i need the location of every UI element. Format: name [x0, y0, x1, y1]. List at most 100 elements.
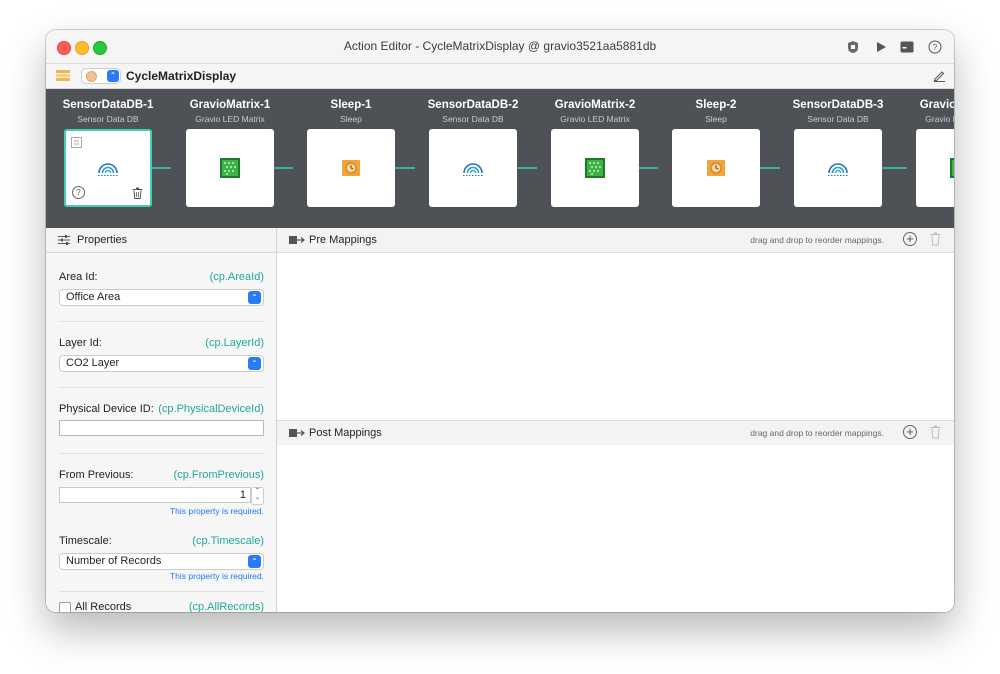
physical-device-input[interactable] [59, 420, 264, 436]
pre-mappings-title: Pre Mappings [309, 234, 377, 246]
post-mappings-header: Post Mappings drag and drop to reorder m… [277, 420, 954, 446]
terminal-icon [900, 41, 914, 53]
pre-mappings-header: Pre Mappings drag and drop to reorder ma… [277, 228, 954, 253]
pre-mappings-hint: drag and drop to reorder mappings. [750, 235, 884, 245]
console-button[interactable] [898, 38, 916, 56]
layer-id-label: Layer Id: [59, 337, 102, 349]
node-card[interactable] [186, 129, 274, 207]
area-id-select[interactable]: Office Area ⌃ [59, 289, 264, 306]
pipeline-node-graviomatrix-3[interactable]: GravioMatrix-3 Gravio LED Matrix [898, 89, 954, 228]
node-name: GravioMatrix-1 [189, 99, 271, 111]
component-pipeline: SensorDataDB-1 Sensor Data DB ? GravioMa… [46, 89, 954, 228]
trash-icon[interactable] [930, 232, 941, 246]
edit-pencil-icon[interactable] [932, 68, 946, 82]
node-card[interactable] [307, 129, 395, 207]
add-pre-mapping-button[interactable]: + [903, 232, 917, 246]
divider [59, 453, 264, 454]
layer-id-key: (cp.LayerId) [205, 337, 264, 349]
add-post-mapping-button[interactable]: + [903, 425, 917, 439]
all-records-checkbox[interactable] [59, 602, 71, 612]
sensor-wave-icon [98, 163, 118, 176]
all-records-key: (cp.AllRecords) [188, 601, 264, 612]
chevron-updown-icon: ⌃ [248, 357, 261, 370]
area-id-property: Area Id: (cp.AreaId) Office Area ⌃ [59, 271, 264, 311]
node-name: SensorDataDB-1 [62, 99, 154, 111]
mapping-arrow-icon [289, 236, 305, 244]
timescale-required: This property is required. [169, 571, 264, 581]
play-icon [877, 42, 886, 52]
pipeline-node-sleep-2[interactable]: Sleep-2 Sleep [654, 89, 778, 228]
pipeline-node-sensordatadb-1[interactable]: SensorDataDB-1 Sensor Data DB ? [46, 89, 170, 228]
area-id-key: (cp.AreaId) [209, 271, 264, 283]
sensor-wave-icon [463, 163, 483, 176]
trash-icon[interactable] [132, 187, 143, 199]
post-mappings-title: Post Mappings [309, 427, 382, 439]
timescale-key: (cp.Timescale) [192, 535, 264, 547]
save-shield-icon [848, 41, 858, 53]
pipeline-node-sensordatadb-2[interactable]: SensorDataDB-2 Sensor Data DB [411, 89, 535, 228]
pre-mappings-list[interactable] [277, 253, 954, 420]
led-matrix-icon [220, 158, 240, 178]
node-type: Gravio LED Matrix [560, 114, 630, 124]
area-id-value: Office Area [66, 291, 121, 303]
properties-title: Properties [77, 234, 128, 246]
node-name: Sleep-1 [330, 99, 372, 111]
timescale-select[interactable]: Number of Records ⌃ [59, 553, 264, 570]
node-card-selected[interactable]: ? [64, 129, 152, 207]
properties-panel: Properties Area Id: (cp.AreaId) Office A… [46, 228, 277, 612]
layer-id-value: CO2 Layer [66, 357, 120, 369]
trash-icon[interactable] [930, 425, 941, 439]
pipeline-node-sensordatadb-3[interactable]: SensorDataDB-3 Sensor Data DB [776, 89, 900, 228]
from-previous-key: (cp.FromPrevious) [173, 469, 264, 481]
svg-text:?: ? [933, 43, 938, 52]
node-type: Gravio LED Matrix [925, 114, 954, 124]
all-records-label: All Records [75, 601, 132, 612]
layer-id-property: Layer Id: (cp.LayerId) CO2 Layer ⌃ [59, 337, 264, 377]
node-name: SensorDataDB-2 [427, 99, 519, 111]
chevron-updown-icon: ⌃ [248, 291, 261, 304]
pipeline-node-graviomatrix-1[interactable]: GravioMatrix-1 Gravio LED Matrix [168, 89, 292, 228]
post-mappings-hint: drag and drop to reorder mappings. [750, 428, 884, 438]
led-matrix-icon [950, 158, 954, 178]
node-type: Gravio LED Matrix [195, 114, 265, 124]
node-type: Sensor Data DB [77, 114, 139, 124]
run-button[interactable] [872, 38, 890, 56]
node-card[interactable] [794, 129, 882, 207]
action-toolbar: ⌃ CycleMatrixDisplay [46, 64, 954, 89]
physical-device-key: (cp.PhysicalDeviceId) [158, 403, 264, 415]
node-card[interactable] [672, 129, 760, 207]
chevron-updown-icon: ⌃ [107, 70, 119, 82]
save-button[interactable] [844, 38, 862, 56]
action-color-selector[interactable]: ⌃ [81, 68, 121, 84]
timescale-value: Number of Records [66, 555, 162, 567]
node-type: Sensor Data DB [442, 114, 504, 124]
help-button[interactable]: ? [926, 38, 944, 56]
node-name: Sleep-2 [695, 99, 737, 111]
led-matrix-icon [585, 158, 605, 178]
sleep-clock-icon [342, 160, 360, 176]
node-card[interactable] [429, 129, 517, 207]
node-card[interactable] [916, 129, 954, 207]
node-name: GravioMatrix-3 [919, 99, 954, 111]
pipeline-node-graviomatrix-2[interactable]: GravioMatrix-2 Gravio LED Matrix [533, 89, 657, 228]
timescale-property: Timescale: (cp.Timescale) Number of Reco… [59, 535, 264, 585]
layer-id-select[interactable]: CO2 Layer ⌃ [59, 355, 264, 372]
question-circle-icon: ? [928, 40, 942, 54]
divider [59, 387, 264, 388]
title-bar: Action Editor - CycleMatrixDisplay @ gra… [46, 30, 954, 64]
action-type-icon [56, 70, 70, 81]
from-previous-input[interactable]: 1 [59, 487, 251, 503]
timescale-label: Timescale: [59, 535, 112, 547]
node-type: Sleep [705, 114, 727, 124]
from-previous-value: 1 [239, 489, 246, 501]
node-help-icon[interactable]: ? [72, 186, 85, 199]
physical-device-property: Physical Device ID: (cp.PhysicalDeviceId… [59, 403, 264, 443]
pipeline-node-sleep-1[interactable]: Sleep-1 Sleep [289, 89, 413, 228]
post-mappings-list[interactable] [277, 445, 954, 612]
sleep-clock-icon [707, 160, 725, 176]
node-card[interactable] [551, 129, 639, 207]
physical-device-label: Physical Device ID: [59, 403, 154, 415]
node-settings-icon[interactable] [71, 137, 82, 148]
chevron-updown-icon: ⌃ [248, 555, 261, 568]
from-previous-stepper[interactable]: ⌃ ⌄ [251, 487, 264, 505]
